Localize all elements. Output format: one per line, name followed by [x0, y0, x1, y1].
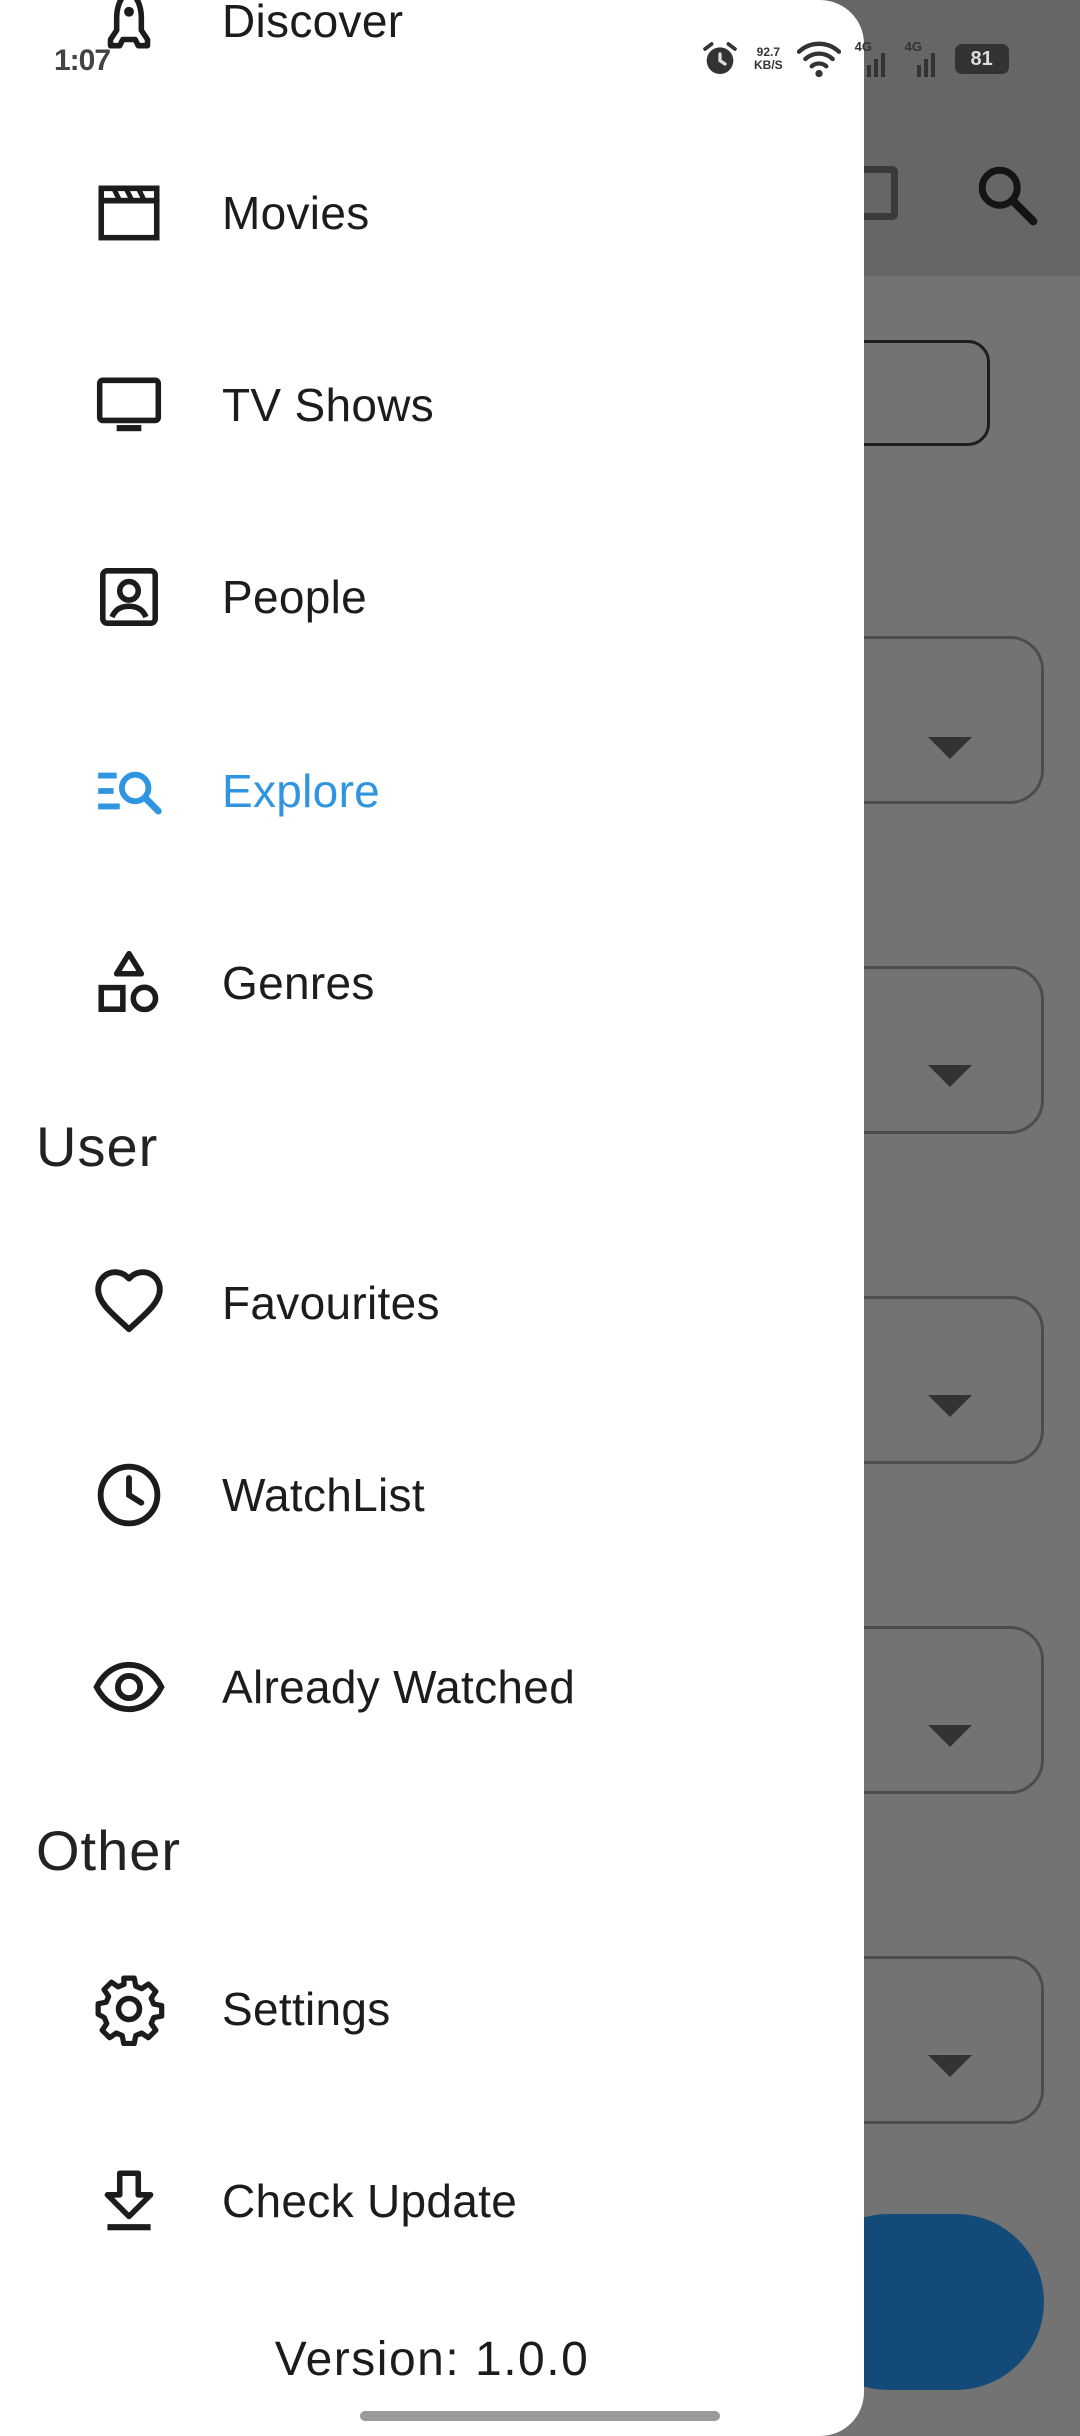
drawer-item-genres[interactable]: Genres: [0, 918, 864, 1048]
drawer-item-label: People: [222, 571, 368, 623]
section-title-user: User: [36, 1115, 159, 1178]
drawer-item-label: Favourites: [222, 1277, 440, 1329]
app-version: Version: 1.0.0: [274, 2333, 590, 2386]
battery-icon: 81: [954, 44, 1009, 74]
drawer-item-explore[interactable]: Explore: [0, 726, 864, 856]
drawer-item-label: TV Shows: [222, 379, 435, 431]
drawer-item-tv-shows[interactable]: TV Shows: [0, 340, 864, 470]
clapperboard-icon: [92, 176, 166, 250]
drawer-item-check-update[interactable]: Check Update: [0, 2136, 864, 2266]
clock-icon: [92, 1458, 166, 1532]
network-speed: 92.7 KB/S: [754, 46, 783, 72]
cell-signal-icon: 4G: [905, 39, 941, 79]
navigation-drawer: Discover Movies TV Shows People Explore: [0, 0, 864, 2436]
screen: 1:07 92.7 KB/S 4G 4G 81 Discover Movies …: [0, 0, 1080, 2436]
cell-signal-icon: 4G: [855, 39, 891, 79]
caret-down-icon: [928, 1065, 972, 1087]
status-time: 1:07: [54, 44, 111, 77]
alarm-icon: [703, 42, 737, 74]
drawer-item-label: Settings: [222, 1983, 391, 2035]
battery-level: 81: [970, 47, 993, 70]
gear-icon: [92, 1972, 166, 2046]
drawer-item-favourites[interactable]: Favourites: [0, 1238, 864, 1368]
person-card-icon: [92, 560, 166, 634]
eye-icon: [92, 1650, 166, 1724]
search-icon: [978, 166, 1038, 226]
cell-signal-label: 4G: [904, 39, 923, 54]
network-speed-unit: KB/S: [754, 58, 783, 72]
download-icon: [92, 2164, 166, 2238]
drawer-item-label: Movies: [222, 187, 370, 239]
drawer-item-label: Check Update: [222, 2175, 518, 2227]
drawer-item-label: WatchList: [222, 1469, 425, 1521]
caret-down-icon: [928, 1725, 972, 1747]
drawer-item-label: Genres: [222, 957, 375, 1009]
wifi-icon: [796, 41, 841, 78]
heart-icon: [92, 1266, 166, 1340]
drawer-item-settings[interactable]: Settings: [0, 1944, 864, 2074]
drawer-item-label: Explore: [222, 765, 381, 817]
drawer-item-movies[interactable]: Movies: [0, 148, 864, 278]
drawer-item-people[interactable]: People: [0, 532, 864, 662]
cell-signal-label: 4G: [854, 39, 873, 54]
drawer-item-label: Discover: [222, 0, 404, 47]
drawer-item-label: Already Watched: [222, 1661, 576, 1713]
tv-icon: [92, 368, 166, 442]
home-indicator[interactable]: [360, 2411, 720, 2421]
shapes-icon: [92, 946, 166, 1020]
caret-down-icon: [928, 2055, 972, 2077]
drawer-item-watchlist[interactable]: WatchList: [0, 1430, 864, 1560]
drawer-item-already-watched[interactable]: Already Watched: [0, 1622, 864, 1752]
section-title-other: Other: [36, 1819, 182, 1882]
manage-search-icon: [92, 754, 166, 828]
caret-down-icon: [928, 1395, 972, 1417]
status-icons: 92.7 KB/S 4G 4G 81: [700, 34, 1009, 84]
caret-down-icon: [928, 737, 972, 759]
